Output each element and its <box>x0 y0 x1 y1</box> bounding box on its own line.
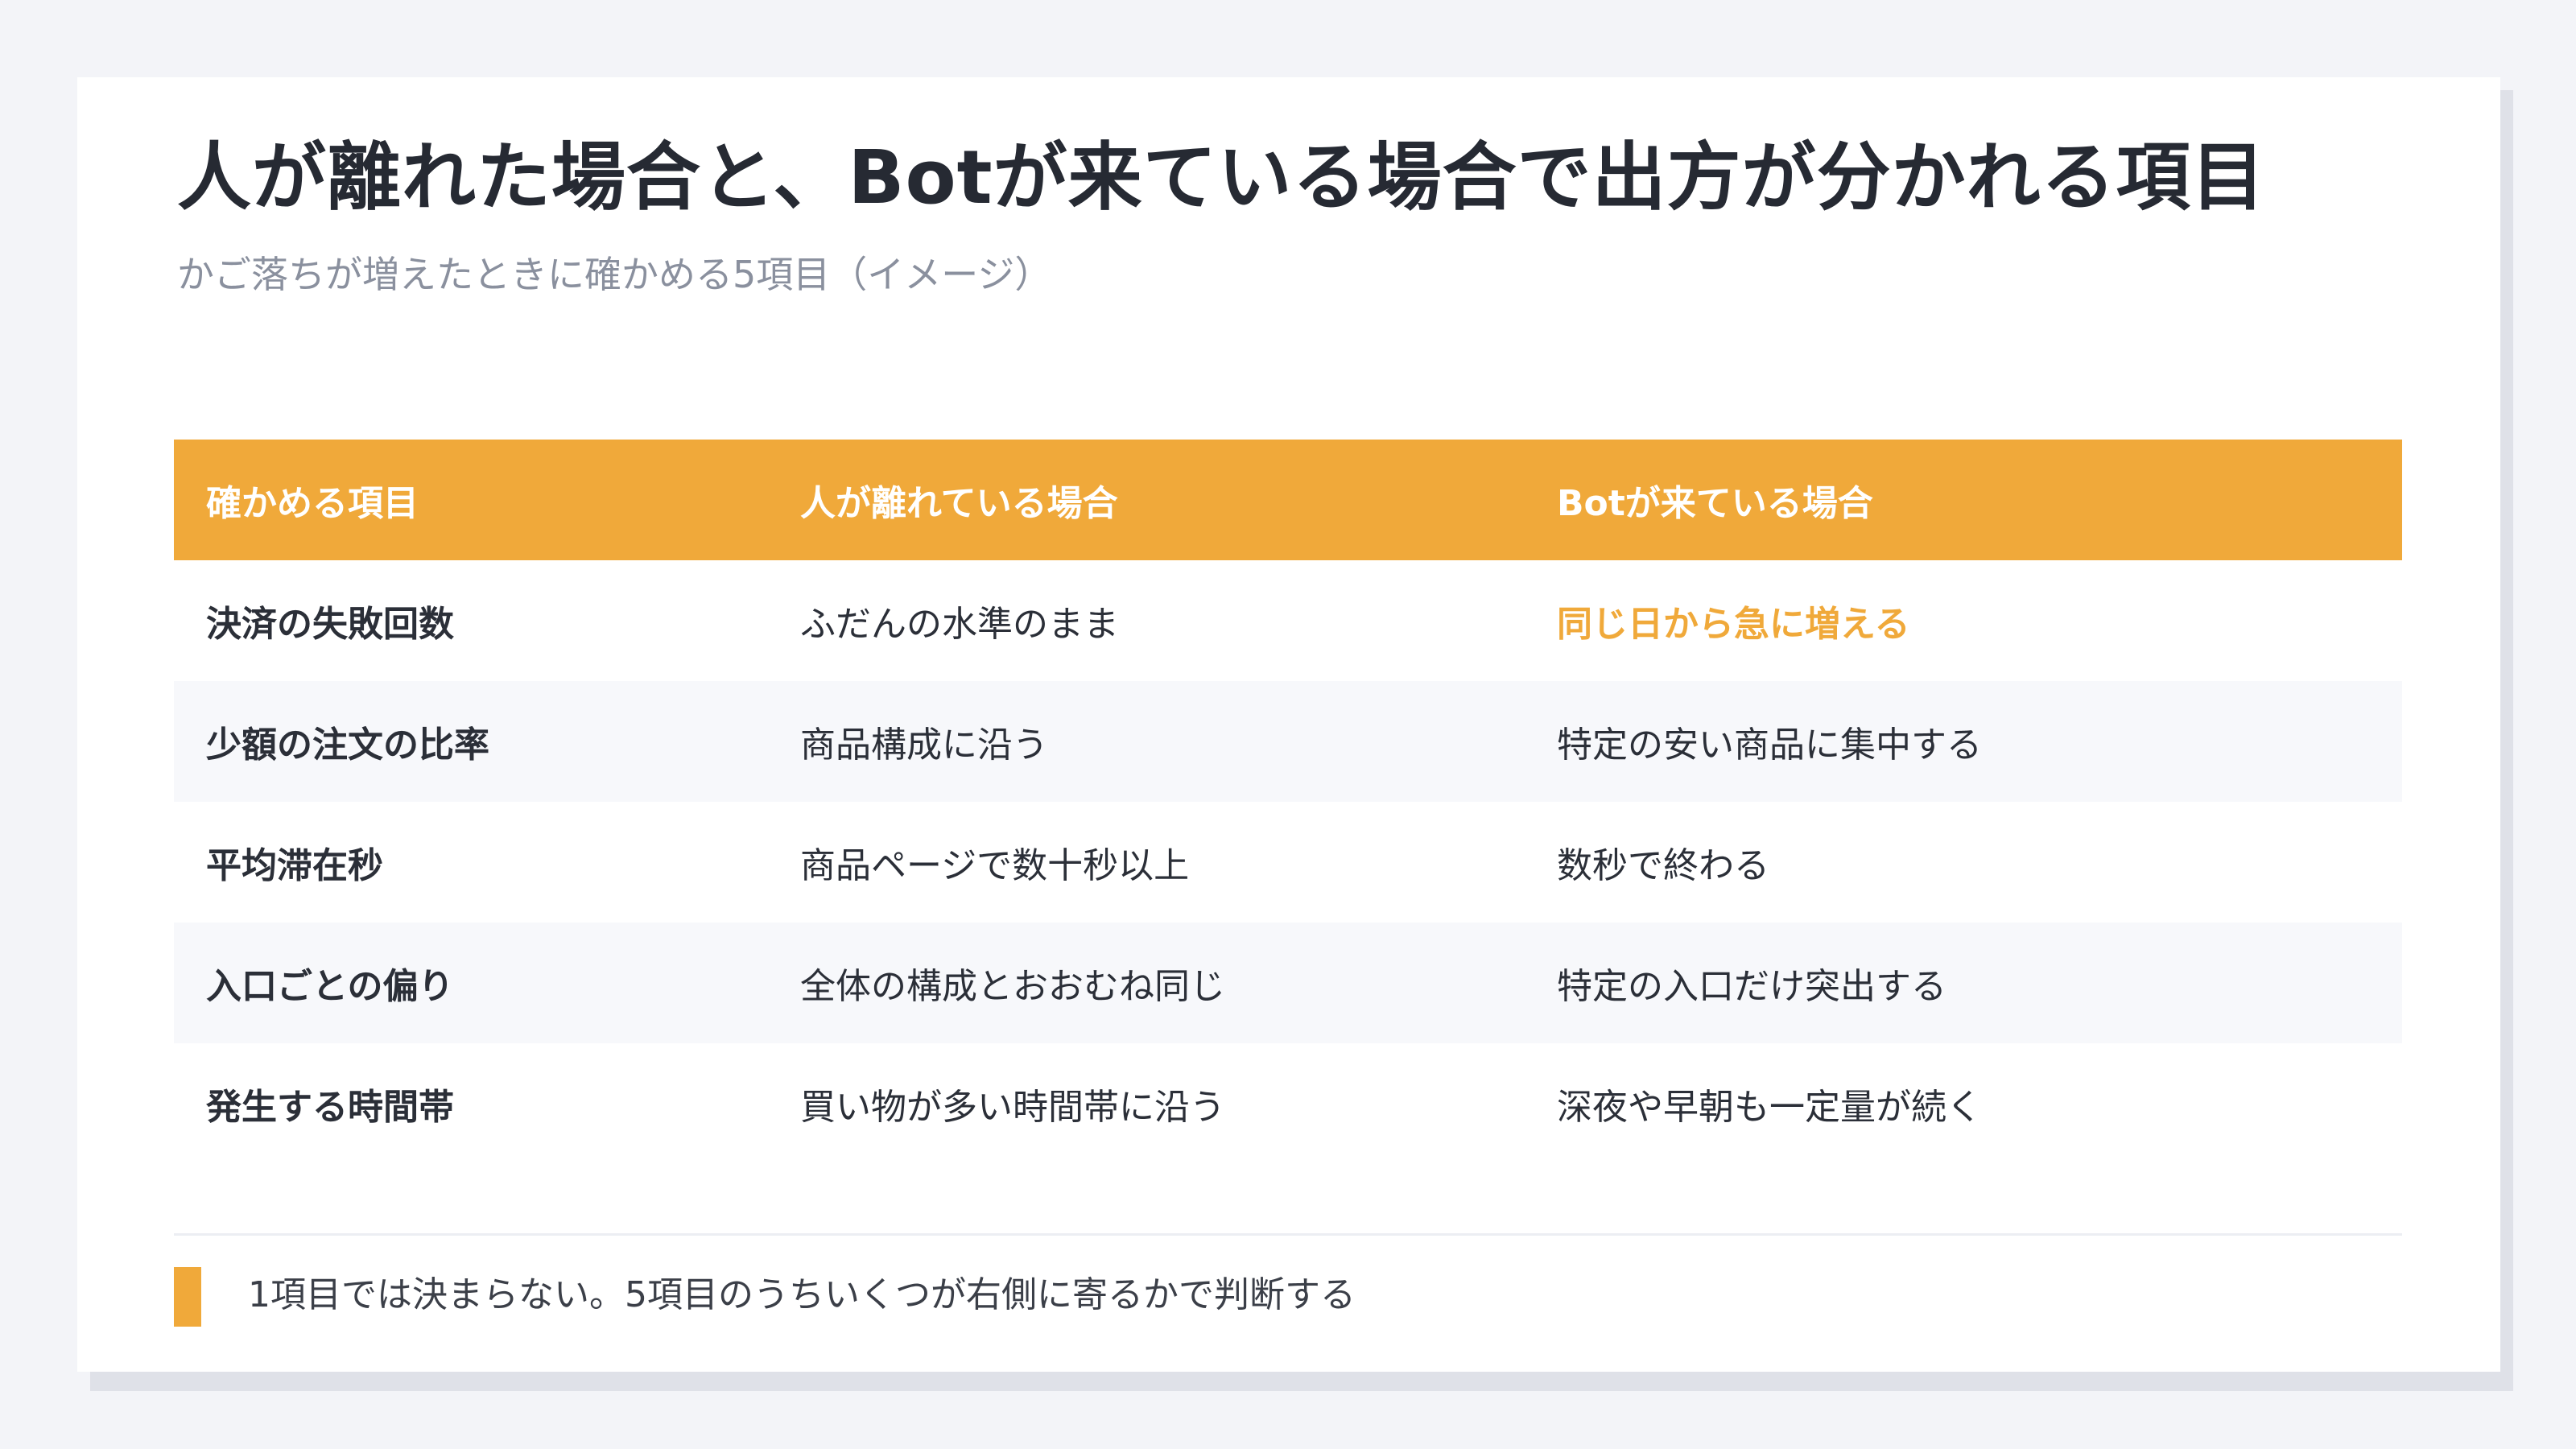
bot-case-cell: 深夜や早朝も一定量が続く <box>1557 1087 1982 1128</box>
human-case-cell: 全体の構成とおおむね同じ <box>800 966 1225 1007</box>
header-cell-bot: Botが来ている場合 <box>1557 483 1873 524</box>
table-row: 平均滞在秒 商品ページで数十秒以上 数秒で終わる <box>174 802 2402 923</box>
bot-case-cell: 特定の安い商品に集中する <box>1557 724 1982 766</box>
row-label: 少額の注文の比率 <box>206 724 489 766</box>
footer-note: 1項目では決まらない。5項目のうちいくつが右側に寄るかで判断する <box>248 1274 1356 1315</box>
row-label: 決済の失敗回数 <box>206 604 454 645</box>
human-case-cell: ふだんの水準のまま <box>800 604 1119 645</box>
human-case-cell: 商品構成に沿う <box>800 724 1048 766</box>
note-accent-bar <box>174 1267 201 1327</box>
header-cell-item: 確かめる項目 <box>206 483 419 524</box>
slide-title: 人が離れた場合と、Botが来ている場合で出方が分かれる項目 <box>177 134 2266 221</box>
table-row: 入口ごとの偏り 全体の構成とおおむね同じ 特定の入口だけ突出する <box>174 923 2402 1043</box>
bot-case-cell: 特定の入口だけ突出する <box>1557 966 1946 1007</box>
row-label: 発生する時間帯 <box>206 1087 454 1128</box>
table-header-row: 確かめる項目 人が離れている場合 Botが来ている場合 <box>174 440 2402 560</box>
slide-card: 人が離れた場合と、Botが来ている場合で出方が分かれる項目 かご落ちが増えたとき… <box>77 77 2500 1372</box>
row-label: 入口ごとの偏り <box>206 966 454 1007</box>
human-case-cell: 買い物が多い時間帯に沿う <box>800 1087 1225 1128</box>
comparison-table: 確かめる項目 人が離れている場合 Botが来ている場合 決済の失敗回数 ふだんの… <box>174 440 2402 1164</box>
table-row: 少額の注文の比率 商品構成に沿う 特定の安い商品に集中する <box>174 681 2402 802</box>
table-row: 決済の失敗回数 ふだんの水準のまま 同じ日から急に増える <box>174 560 2402 681</box>
slide-subtitle: かご落ちが増えたときに確かめる5項目（イメージ） <box>177 253 1052 296</box>
bot-case-cell-highlighted: 同じ日から急に増える <box>1557 604 1910 645</box>
row-label: 平均滞在秒 <box>206 845 383 886</box>
header-cell-human: 人が離れている場合 <box>800 483 1118 524</box>
bot-case-cell: 数秒で終わる <box>1557 845 1769 886</box>
human-case-cell: 商品ページで数十秒以上 <box>800 845 1190 886</box>
footer-divider <box>174 1233 2402 1236</box>
table-row: 発生する時間帯 買い物が多い時間帯に沿う 深夜や早朝も一定量が続く <box>174 1043 2402 1164</box>
